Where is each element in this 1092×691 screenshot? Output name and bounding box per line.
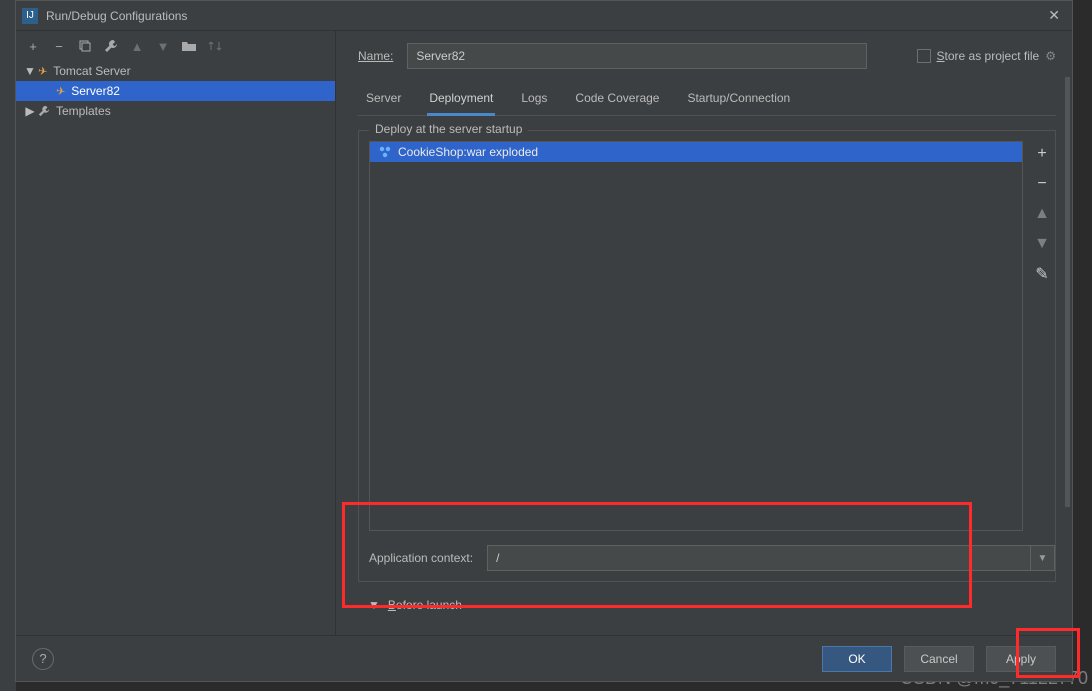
tabs: Server Deployment Logs Code Coverage Sta… [358,85,1056,116]
artifact-label: CookieShop:war exploded [398,145,538,159]
config-toolbar: + − ▲ ▼ [16,31,335,61]
right-panel: Name: Store as project file ⚙ Server Dep… [336,31,1072,635]
dialog-footer: ? OK Cancel Apply [16,635,1072,681]
move-up-icon: ▲ [1031,203,1053,225]
move-down-icon: ▼ [1031,233,1053,255]
tree-node-label: Tomcat Server [53,64,130,78]
tab-code-coverage[interactable]: Code Coverage [573,85,661,115]
deploy-section-title: Deploy at the server startup [369,122,528,136]
artifact-side-buttons: + − ▲ ▼ ✎ [1029,141,1055,531]
artifact-icon [378,145,392,159]
tomcat-icon [38,64,53,78]
scrollbar[interactable] [1065,77,1070,507]
wrench-icon[interactable] [102,37,120,55]
down-icon: ▼ [154,37,172,55]
tree-node-label: Server82 [71,84,120,98]
ok-button[interactable]: OK [822,646,892,672]
name-label: Name: [358,49,393,63]
app-context-input[interactable] [487,545,1031,571]
apply-button[interactable]: Apply [986,646,1056,672]
before-launch-section[interactable]: ▼ Before launch [358,598,1056,612]
name-input[interactable] [407,43,867,69]
add-artifact-icon[interactable]: + [1031,143,1053,165]
up-icon: ▲ [128,37,146,55]
copy-icon[interactable] [76,37,94,55]
tree-node-tomcat-server[interactable]: ▼ Tomcat Server [16,61,335,81]
gear-icon[interactable]: ⚙ [1045,49,1056,63]
store-as-project-file[interactable]: Store as project file ⚙ [917,49,1057,63]
chevron-right-icon: ▶ [24,104,36,118]
chevron-down-icon[interactable]: ▼ [1031,545,1055,571]
deploy-panel: Deploy at the server startup CookieShop:… [358,130,1056,582]
remove-artifact-icon[interactable]: − [1031,173,1053,195]
tomcat-icon [56,84,71,98]
app-icon: IJ [22,8,38,24]
dialog-title: Run/Debug Configurations [46,9,187,23]
list-item[interactable]: CookieShop:war exploded [370,142,1022,162]
tab-deployment[interactable]: Deployment [427,85,495,115]
chevron-down-icon: ▼ [24,64,36,78]
tab-startup-connection[interactable]: Startup/Connection [685,85,792,115]
folder-icon[interactable] [180,37,198,55]
chevron-down-icon: ▼ [368,598,380,612]
app-context-combobox[interactable]: ▼ [487,545,1055,571]
checkbox-icon[interactable] [917,49,931,63]
help-icon[interactable]: ? [32,648,54,670]
titlebar: IJ Run/Debug Configurations ✕ [16,1,1072,31]
run-debug-dialog: IJ Run/Debug Configurations ✕ + − ▲ ▼ [15,0,1073,682]
tab-server[interactable]: Server [364,85,403,115]
edit-icon[interactable]: ✎ [1031,263,1053,285]
tree-node-server82[interactable]: Server82 [16,81,335,101]
artifact-list[interactable]: CookieShop:war exploded [369,141,1023,531]
close-icon[interactable]: ✕ [1042,5,1066,26]
sort-icon [206,37,224,55]
tree-node-templates[interactable]: ▶ Templates [16,101,335,121]
cancel-button[interactable]: Cancel [904,646,974,672]
wrench-icon [38,105,50,117]
add-icon[interactable]: + [24,37,42,55]
tree-node-label: Templates [56,104,111,118]
app-context-label: Application context: [369,551,473,565]
remove-icon[interactable]: − [50,37,68,55]
left-panel: + − ▲ ▼ ▼ [16,31,336,635]
tab-logs[interactable]: Logs [519,85,549,115]
config-tree[interactable]: ▼ Tomcat Server Server82 ▶ Templates [16,61,335,635]
